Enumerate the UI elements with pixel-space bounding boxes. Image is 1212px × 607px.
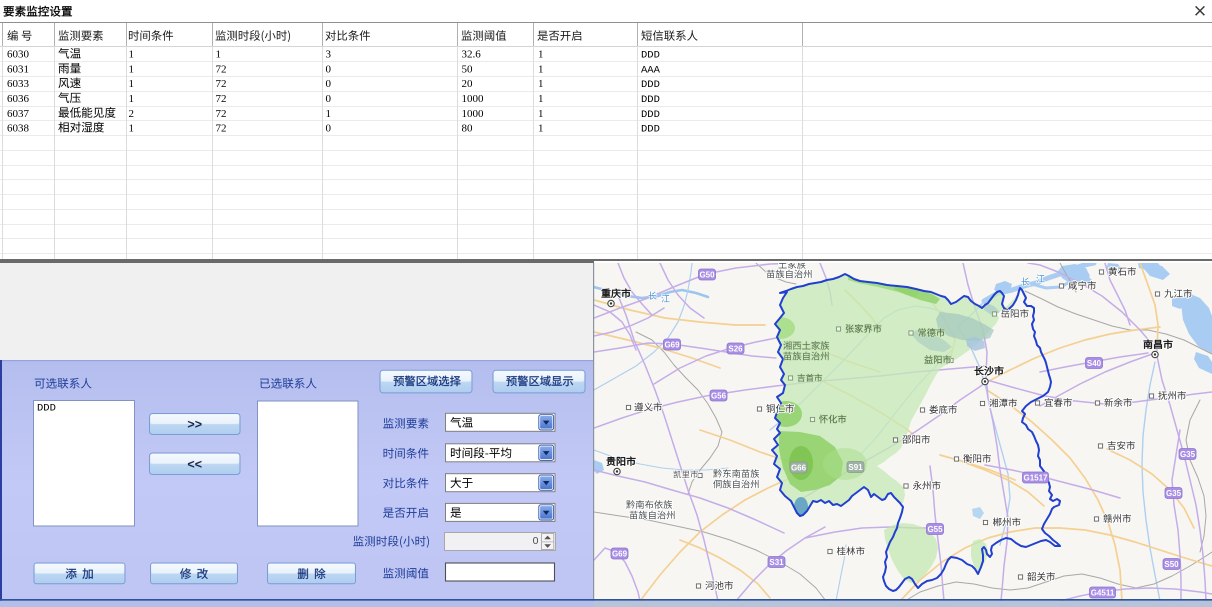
svg-text:G69: G69 — [664, 341, 680, 350]
svg-text:G50: G50 — [699, 271, 715, 280]
svg-text:G1517: G1517 — [1023, 474, 1048, 483]
svg-text:1000: 1000 — [462, 93, 485, 105]
svg-text:72: 72 — [216, 123, 227, 135]
svg-text:1: 1 — [538, 49, 544, 61]
svg-text:72: 72 — [216, 108, 227, 120]
svg-text:6030: 6030 — [7, 49, 30, 61]
svg-text:2: 2 — [129, 108, 135, 120]
svg-text:72: 72 — [216, 78, 227, 90]
svg-text:G55: G55 — [927, 525, 943, 534]
svg-text:0: 0 — [533, 535, 539, 547]
svg-text:S26: S26 — [728, 345, 743, 354]
svg-text:1: 1 — [129, 49, 135, 61]
svg-text:DDD: DDD — [641, 109, 660, 121]
svg-text:G35: G35 — [1180, 450, 1196, 459]
svg-text:0: 0 — [326, 123, 332, 135]
svg-text:DDD: DDD — [641, 79, 660, 91]
svg-text:6037: 6037 — [7, 108, 30, 120]
svg-text:1: 1 — [216, 49, 222, 61]
svg-text:32.6: 32.6 — [462, 49, 482, 61]
svg-text:1000: 1000 — [462, 108, 485, 120]
svg-text:1: 1 — [538, 123, 544, 135]
svg-text:1: 1 — [129, 78, 135, 90]
svg-text:DDD: DDD — [641, 124, 660, 136]
svg-text:1: 1 — [538, 93, 544, 105]
svg-text:<<: << — [187, 458, 202, 472]
svg-text:G56: G56 — [711, 392, 727, 401]
svg-text:0: 0 — [326, 63, 332, 75]
svg-text:20: 20 — [462, 78, 474, 90]
svg-text:50: 50 — [462, 63, 474, 75]
svg-text:3: 3 — [326, 49, 332, 61]
svg-text:1: 1 — [129, 63, 135, 75]
svg-text:80: 80 — [462, 123, 474, 135]
svg-text:G35: G35 — [1166, 489, 1182, 498]
svg-text:72: 72 — [216, 93, 227, 105]
svg-text:S40: S40 — [1087, 359, 1102, 368]
svg-text:72: 72 — [216, 63, 227, 75]
svg-text:6036: 6036 — [7, 93, 30, 105]
svg-text:0: 0 — [326, 78, 332, 90]
svg-text:1: 1 — [538, 78, 544, 90]
svg-text:G66: G66 — [791, 464, 807, 473]
svg-text:1: 1 — [538, 63, 544, 75]
svg-text:1: 1 — [538, 108, 544, 120]
svg-text:S31: S31 — [769, 558, 784, 567]
svg-text:>>: >> — [187, 418, 202, 432]
svg-text:S91: S91 — [848, 463, 863, 472]
svg-text:1: 1 — [129, 123, 135, 135]
svg-text:1: 1 — [326, 108, 332, 120]
svg-text:6033: 6033 — [7, 78, 30, 90]
svg-text:S50: S50 — [1164, 560, 1179, 569]
svg-text:AAA: AAA — [641, 64, 661, 76]
svg-text:DDD: DDD — [641, 50, 660, 62]
svg-text:G4511: G4511 — [1091, 589, 1115, 598]
svg-text:1: 1 — [129, 93, 135, 105]
svg-text:DDD: DDD — [37, 403, 56, 415]
svg-text:6038: 6038 — [7, 123, 30, 135]
svg-text:DDD: DDD — [641, 94, 660, 106]
svg-text:G69: G69 — [612, 550, 628, 559]
svg-text:6031: 6031 — [7, 63, 29, 75]
svg-text:0: 0 — [326, 93, 332, 105]
